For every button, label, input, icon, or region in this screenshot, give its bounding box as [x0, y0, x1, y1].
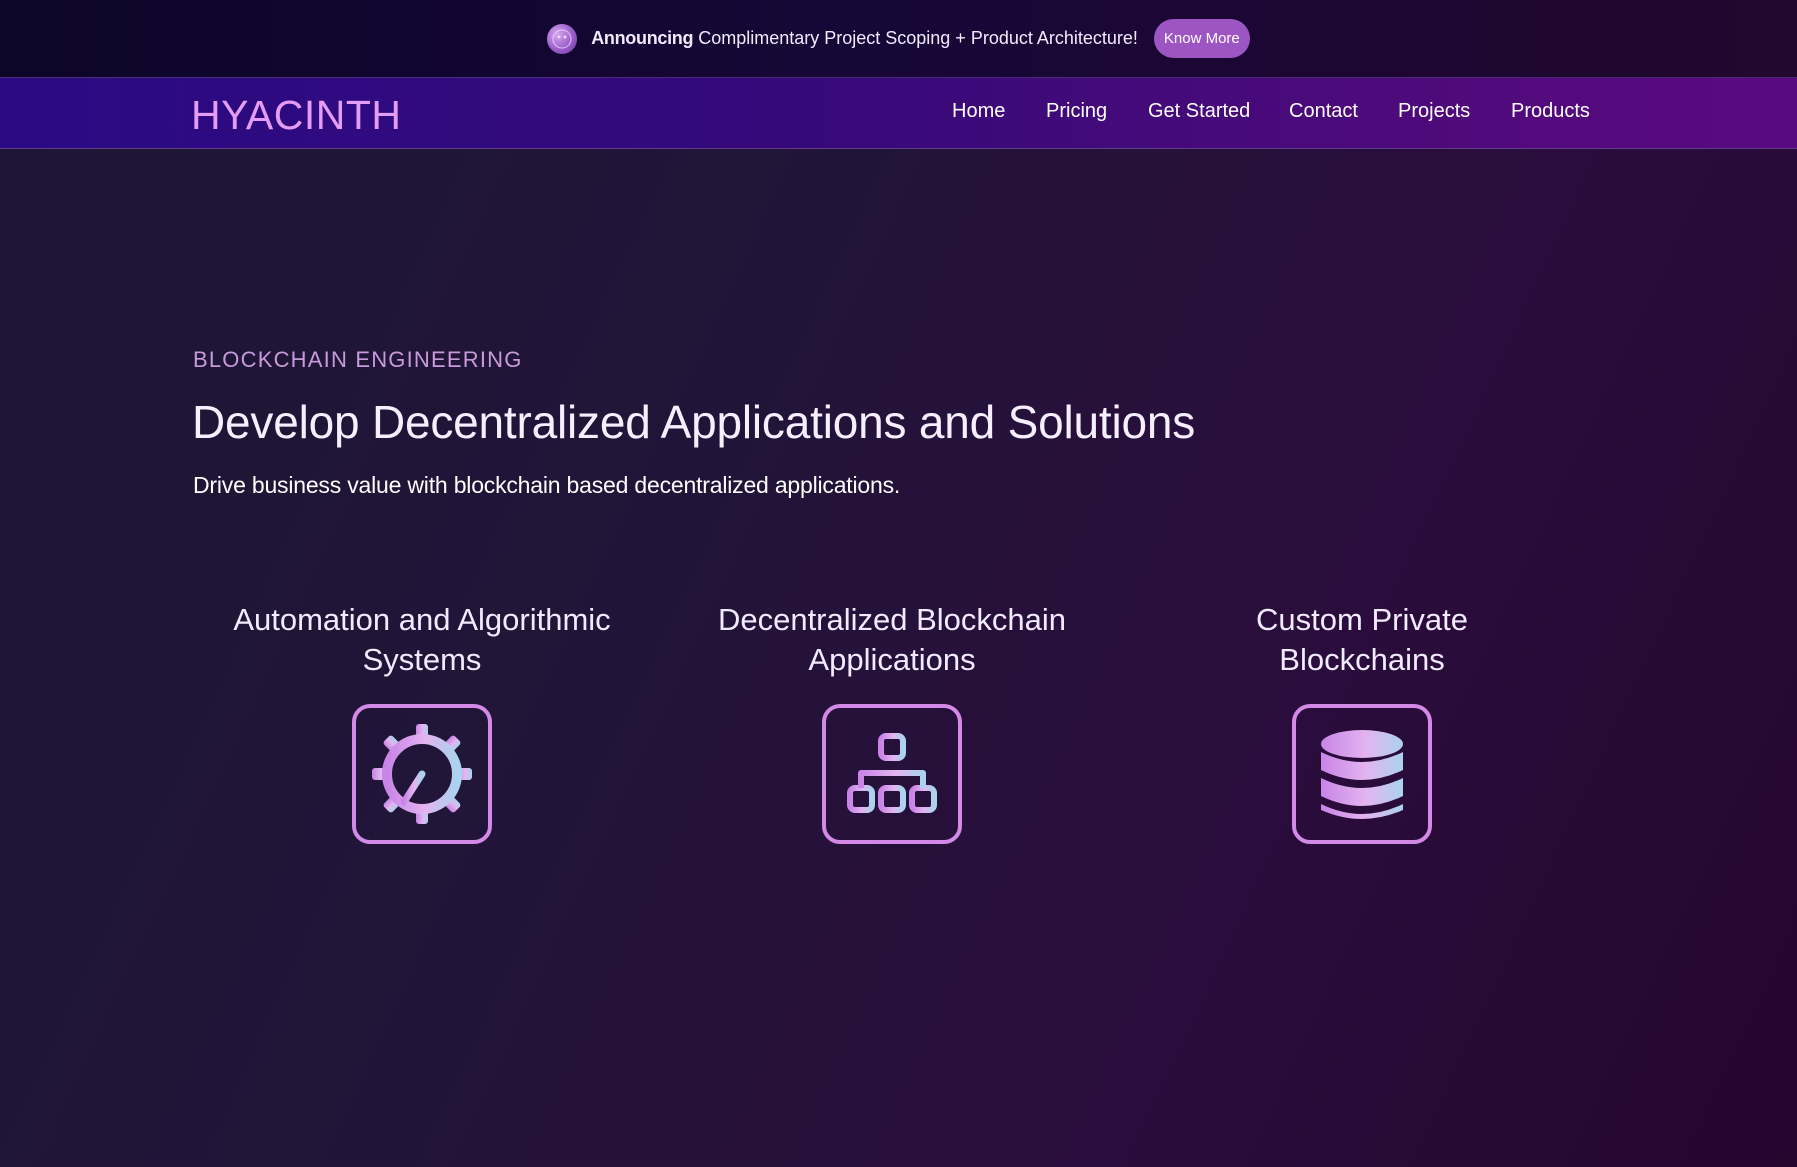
nav-home[interactable]: Home — [952, 100, 1005, 123]
know-more-button[interactable]: Know More — [1153, 19, 1250, 58]
feature-title: Automation and Algorithmic Systems — [212, 600, 632, 680]
avatar-icon — [547, 23, 578, 54]
announcement-bar: Announcing Complimentary Project Scoping… — [0, 0, 1797, 78]
hero-headline: Develop Decentralized Applications and S… — [192, 396, 1196, 448]
feature-title-line2: Systems — [362, 642, 482, 677]
nav-get-started[interactable]: Get Started — [1148, 100, 1250, 123]
feature-automation: Automation and Algorithmic Systems — [212, 600, 632, 844]
network-icon — [822, 704, 962, 844]
feature-title: Custom Private Blockchains — [1152, 600, 1572, 680]
feature-title-line2: Blockchains — [1279, 642, 1445, 677]
feature-title-line2: Applications — [808, 642, 976, 677]
feature-title-line1: Automation and Algorithmic — [233, 602, 611, 637]
feature-private-blockchains: Custom Private Blockchains — [1152, 600, 1572, 844]
feature-title-line1: Decentralized Blockchain — [717, 602, 1067, 637]
feature-title: Decentralized Blockchain Applications — [682, 600, 1102, 680]
announcement-text: Announcing Complimentary Project Scoping… — [591, 28, 1138, 49]
database-icon — [1292, 704, 1432, 844]
feature-title-line1: Custom Private — [1256, 602, 1468, 637]
feature-decentralized-apps: Decentralized Blockchain Applications — [682, 600, 1102, 844]
gear-icon — [352, 704, 492, 844]
hero-eyebrow: BLOCKCHAIN ENGINEERING — [193, 347, 523, 372]
nav-contact[interactable]: Contact — [1289, 100, 1358, 123]
main-navbar: HYACINTH Home Pricing Get Started Contac… — [0, 78, 1797, 149]
nav-projects[interactable]: Projects — [1398, 100, 1470, 123]
announcement-message: Complimentary Project Scoping + Product … — [693, 28, 1138, 48]
announcement-content: Announcing Complimentary Project Scoping… — [547, 19, 1250, 58]
hero-subline: Drive business value with blockchain bas… — [193, 472, 901, 498]
nav-products[interactable]: Products — [1511, 100, 1590, 123]
nav-pricing[interactable]: Pricing — [1046, 100, 1107, 123]
nav-links: Home Pricing Get Started Contact Project… — [0, 78, 1797, 149]
announcement-bold: Announcing — [591, 28, 694, 48]
